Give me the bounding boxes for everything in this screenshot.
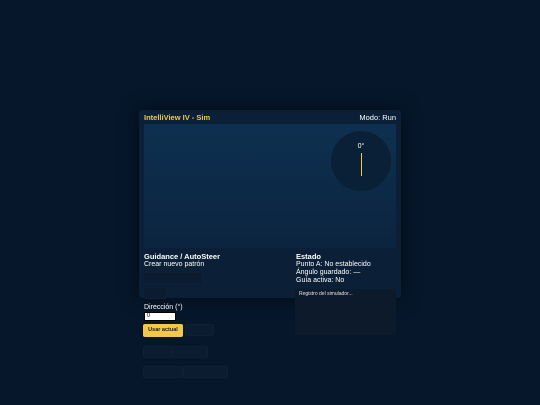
- simulator-log: Registro del simulador...: [295, 289, 396, 335]
- status-active-guide: Guía activa: No: [296, 277, 345, 284]
- direction-label: Dirección (°): [144, 304, 183, 311]
- status-point-a: Punto A: No establecido: [296, 261, 371, 268]
- mode-label: Modo:: [359, 113, 381, 122]
- log-placeholder: Registro del simulador...: [299, 291, 353, 297]
- use-current-button[interactable]: Usar actual: [143, 324, 183, 337]
- status-heading: Estado: [296, 252, 322, 261]
- faded-button-7[interactable]: [183, 366, 228, 378]
- heading-label: 0°: [357, 143, 365, 150]
- guidance-heading: Guidance / AutoSteer: [144, 252, 220, 261]
- direction-input[interactable]: 0: [144, 312, 176, 321]
- app-title: IntelliView IV - Sim: [144, 113, 211, 122]
- heading-needle-icon: [360, 153, 362, 176]
- faded-button-3[interactable]: [185, 324, 214, 336]
- guidance-subtitle: Crear nuevo patrón: [144, 261, 205, 268]
- faded-button-5[interactable]: [172, 346, 208, 358]
- faded-button-4[interactable]: [143, 346, 172, 358]
- mode-indicator: Modo: Run: [357, 113, 396, 122]
- compass-widget: 0°: [331, 131, 391, 191]
- mode-value: Run: [382, 113, 396, 122]
- status-panel: Estado Punto A: No establecido Ángulo gu…: [296, 252, 396, 285]
- faded-button-6[interactable]: [143, 366, 183, 378]
- status-saved-angle: Ángulo guardado: —: [296, 269, 361, 276]
- guidance-panel: Guidance / AutoSteer Crear nuevo patrón: [144, 252, 284, 269]
- faded-button-1[interactable]: [143, 272, 203, 284]
- faded-button-2[interactable]: [143, 287, 167, 299]
